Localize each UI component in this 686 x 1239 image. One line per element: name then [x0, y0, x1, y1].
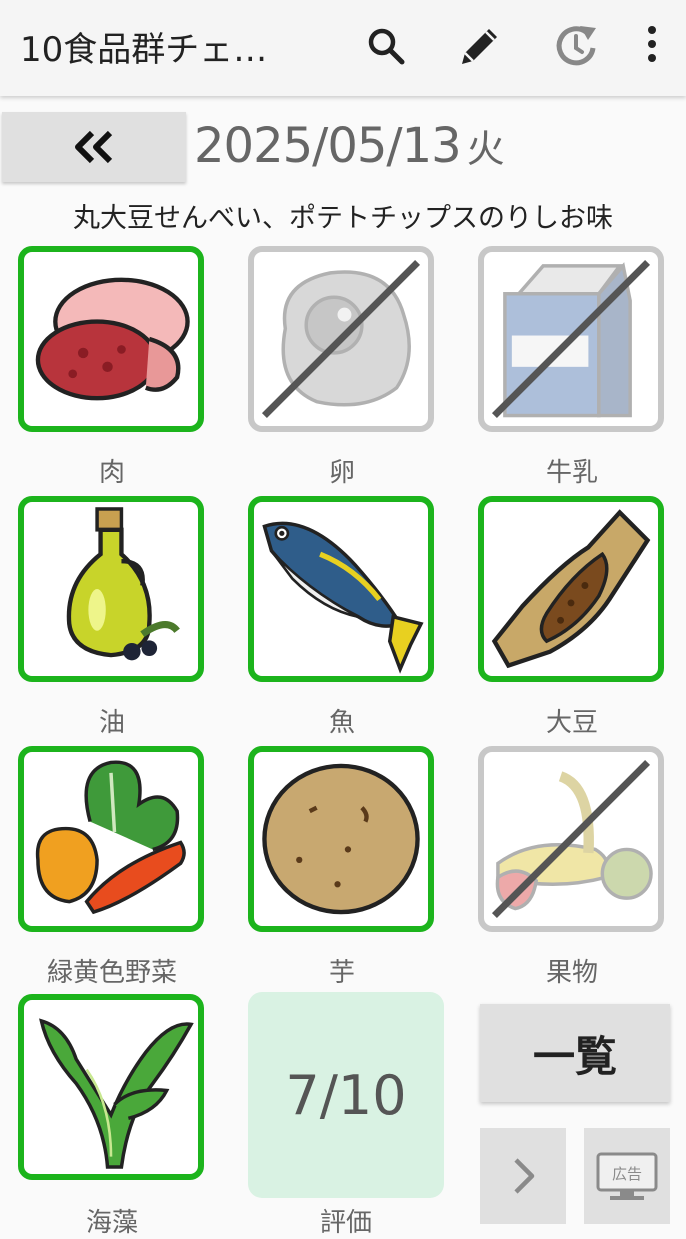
food-tile-milk[interactable]	[478, 246, 664, 432]
food-tile-green-yellow-veg[interactable]	[18, 746, 204, 932]
food-label-egg: 卵	[328, 458, 355, 488]
monitor-ad-icon: 広告	[596, 1152, 658, 1200]
food-label-green-yellow-veg: 緑黄色野菜	[46, 958, 177, 988]
vegetables-icon	[35, 760, 186, 915]
meat-icon	[35, 277, 190, 401]
prev-day-button[interactable]	[2, 112, 186, 182]
food-tile-fish[interactable]	[248, 496, 434, 682]
food-tile-meat[interactable]	[18, 246, 204, 432]
chevron-right-icon	[514, 1158, 535, 1194]
natto-icon	[491, 509, 651, 669]
olive-oil-bottle-icon	[66, 507, 180, 661]
score-box[interactable]: 7/10	[248, 992, 444, 1198]
food-label-fish: 魚	[328, 708, 355, 738]
weekday-text: 火	[466, 127, 505, 171]
double-chevron-left-icon	[75, 130, 113, 164]
food-tile-oil[interactable]	[18, 496, 204, 682]
pencil-icon[interactable]	[456, 22, 504, 70]
fish-icon	[262, 521, 424, 674]
list-button[interactable]: 一覧	[480, 1004, 670, 1102]
food-label-potato: 芋	[328, 958, 355, 988]
food-tile-soybean[interactable]	[478, 496, 664, 682]
fruit-icon	[491, 759, 653, 919]
app-title: 10食品群チェ…	[20, 30, 268, 70]
more-vert-icon[interactable]	[640, 22, 664, 70]
ad-badge-text: 広告	[612, 1165, 642, 1183]
seaweed-icon	[39, 1018, 194, 1169]
food-label-fruit: 果物	[545, 958, 598, 988]
app-bar: 10食品群チェ…	[0, 0, 686, 96]
food-label-meat: 肉	[98, 458, 125, 488]
ad-button[interactable]: 広告	[584, 1128, 670, 1224]
meal-memo[interactable]: 丸大豆せんべい、ポテトチップスのりしお味	[0, 196, 686, 235]
milk-carton-icon	[491, 259, 651, 419]
next-day-button[interactable]	[480, 1128, 566, 1224]
food-label-oil: 油	[98, 708, 125, 738]
food-tile-seaweed[interactable]	[18, 994, 204, 1180]
score-label: 評価	[319, 1208, 372, 1238]
search-icon[interactable]	[362, 22, 410, 70]
food-tile-egg[interactable]	[248, 246, 434, 432]
date-text: 2025/05/13	[194, 118, 462, 174]
date-display[interactable]: 2025/05/13 火	[194, 118, 505, 174]
egg-icon	[261, 259, 421, 419]
food-label-milk: 牛乳	[545, 458, 598, 488]
food-tile-potato[interactable]	[248, 746, 434, 932]
food-label-seaweed: 海藻	[85, 1208, 138, 1238]
potato-icon	[262, 763, 420, 915]
food-tile-fruit[interactable]	[478, 746, 664, 932]
history-icon[interactable]	[552, 22, 600, 70]
food-label-soybean: 大豆	[545, 708, 598, 738]
score-value: 7/10	[285, 1063, 407, 1127]
